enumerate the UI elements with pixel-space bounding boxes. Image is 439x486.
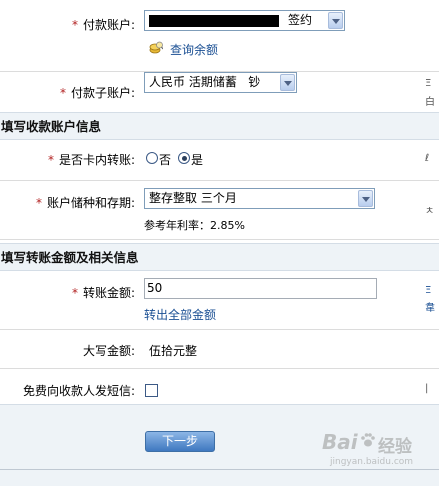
next-button[interactable]: 下一步 (145, 431, 215, 452)
free-sms-label: 免费向收款人发短信: (22, 384, 135, 398)
payment-account-label: * 付款账户: (71, 18, 135, 32)
required-marker: * (35, 196, 42, 210)
section-payee-header: 填写收款账户信息 (0, 112, 439, 140)
payment-account-row: * 付款账户: 签约 查询余额 (0, 0, 439, 71)
side-marker: | (425, 383, 429, 394)
chevron-down-icon[interactable] (280, 74, 295, 91)
deposit-type-row: * 账户储种和存期: 整存整取 三个月 参考年利率：2.85% (0, 181, 439, 239)
intra-card-transfer-row: * 是否卡内转账: 否 是 (0, 140, 439, 180)
deposit-type-value: 整存整取 三个月 (149, 191, 237, 205)
query-balance-link[interactable]: 查询余额 (170, 41, 218, 58)
free-sms-checkbox[interactable] (145, 384, 158, 397)
watermark-text: 经验 (378, 437, 412, 457)
payment-account-suffix: 签约 (288, 13, 313, 27)
watermark-url: jingyan.baidu.com (330, 457, 414, 467)
chevron-down-icon[interactable] (328, 12, 343, 29)
section-amount-title: 填写转账金额及相关信息 (1, 250, 139, 265)
transfer-amount-row: * 转账金额: 50 转出全部金额 (0, 271, 439, 329)
sub-account-select[interactable]: 人民币 活期储蓄 钞 (144, 72, 297, 93)
radio-yes[interactable] (178, 152, 190, 164)
sub-account-value: 人民币 活期储蓄 钞 (149, 75, 261, 89)
redacted-account-number (149, 15, 279, 27)
amount-in-words-label: 大写金额: (82, 344, 135, 358)
required-marker: * (71, 286, 78, 300)
deposit-type-select[interactable]: 整存整取 三个月 (144, 188, 375, 209)
side-marker: Ξ (425, 78, 432, 89)
coin-icon (149, 41, 164, 54)
interest-rate-text: 参考年利率：2.85% (144, 219, 245, 232)
side-marker: 白 (425, 97, 435, 108)
amount-in-words-row: 大写金额: 伍拾元整 (0, 330, 439, 368)
radio-no-label[interactable]: 否 (159, 151, 171, 168)
radio-yes-label[interactable]: 是 (191, 151, 203, 168)
side-marker: Ξ (425, 285, 432, 296)
required-marker: * (59, 86, 66, 100)
radio-no[interactable] (146, 152, 158, 164)
watermark-brand: Bai (322, 430, 358, 454)
divider (0, 239, 439, 240)
side-marker: ℓ (425, 153, 430, 164)
transfer-all-link[interactable]: 转出全部金额 (144, 306, 216, 323)
required-marker: * (47, 153, 54, 167)
chevron-down-icon[interactable] (358, 190, 373, 207)
free-sms-row: 免费向收款人发短信: (0, 369, 439, 404)
required-marker: * (71, 18, 78, 32)
amount-in-words-value: 伍拾元整 (149, 344, 198, 358)
paw-icon (360, 432, 376, 448)
sub-account-label: * 付款子账户: (59, 86, 135, 100)
side-marker: 韋 (425, 303, 435, 314)
transfer-amount-input[interactable]: 50 (144, 278, 377, 299)
payment-account-select[interactable]: 签约 (144, 10, 345, 31)
section-amount-header: 填写转账金额及相关信息 (0, 243, 439, 271)
deposit-type-label: * 账户储种和存期: (35, 196, 135, 210)
section-payee-title: 填写收款账户信息 (1, 119, 102, 134)
transfer-amount-label: * 转账金额: (71, 286, 135, 300)
sub-account-row: * 付款子账户: 人民币 活期储蓄 钞 (0, 72, 439, 112)
side-marker: ㅊ (425, 206, 435, 217)
transfer-amount-value: 50 (147, 281, 163, 295)
bottom-border (0, 469, 439, 470)
intra-card-transfer-label: * 是否卡内转账: (47, 153, 135, 167)
